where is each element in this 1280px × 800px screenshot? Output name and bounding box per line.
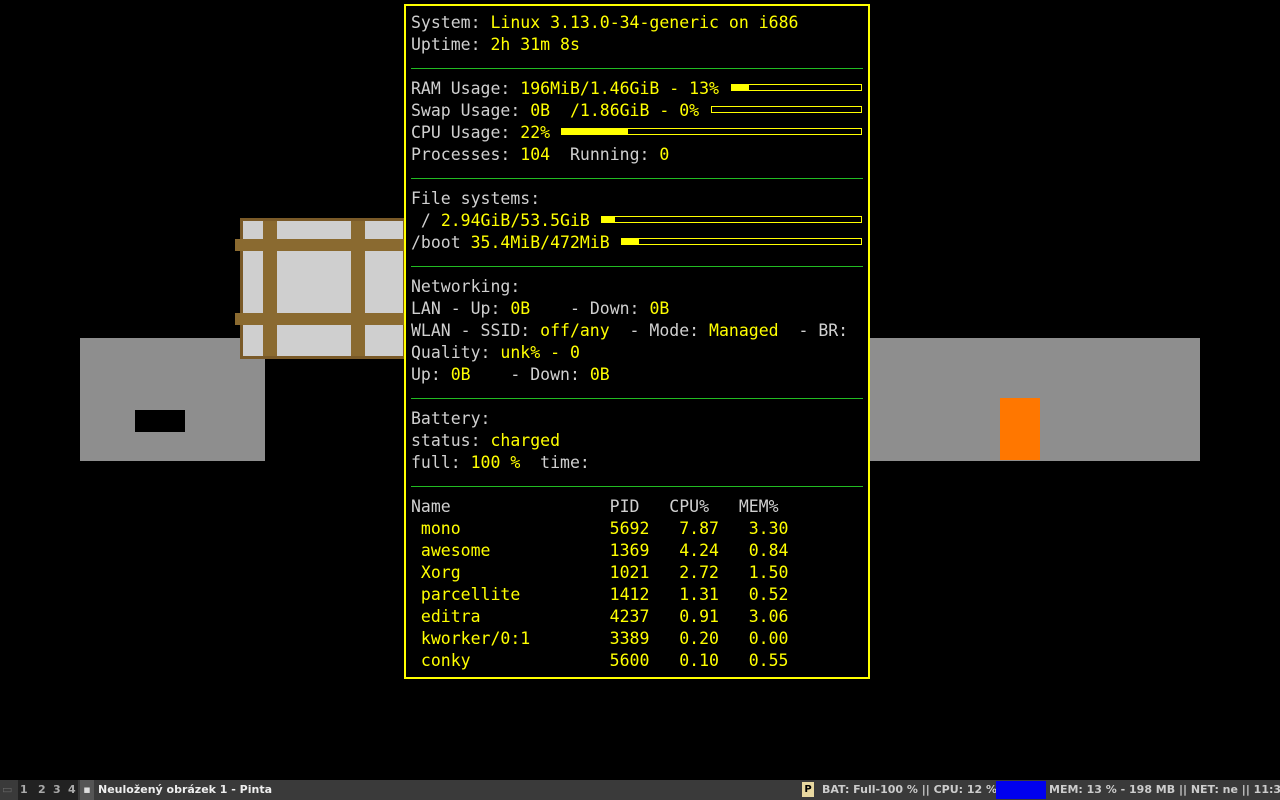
- divider: [411, 68, 863, 69]
- cpu-graph: [996, 781, 1046, 799]
- ram-line: RAM Usage: 196MiB/1.46GiB - 13%: [411, 79, 719, 98]
- net-heading: Networking:: [411, 277, 521, 296]
- uptime-line: Uptime: 2h 31m 8s: [411, 35, 580, 54]
- battery-heading: Battery:: [411, 409, 491, 428]
- fs-boot-line: /boot 35.4MiB/472MiB: [411, 233, 610, 252]
- layout-icon[interactable]: ▪: [80, 780, 94, 800]
- fs-root-bar: [601, 216, 862, 223]
- process-row: awesome 1369 4.24 0.84: [411, 541, 789, 560]
- lan-line: LAN - Up: 0B - Down: 0B: [411, 299, 670, 318]
- taskbar: ▭ 1 2 3 4 ▪ Neuložený obrázek 1 - Pinta …: [0, 780, 1280, 800]
- tag-list: 1 2 3 4: [18, 780, 78, 800]
- fs-root-line: / 2.94GiB/53.5GiB: [411, 211, 590, 230]
- tag-3[interactable]: 3: [53, 780, 61, 800]
- status-right: MEM: 13 % - 198 MB || NET: ne || 11:36: [1049, 783, 1280, 796]
- status-left: BAT: Full-100 % || CPU: 12 %: [822, 783, 1001, 796]
- battery-status-line: status: charged: [411, 431, 561, 450]
- tag-4[interactable]: 4: [68, 780, 76, 800]
- divider: [411, 486, 863, 487]
- process-table-header: Name PID CPU% MEM%: [411, 497, 779, 516]
- process-row: editra 4237 0.91 3.06: [411, 607, 789, 626]
- battery-full-line: full: 100 % time:: [411, 453, 590, 472]
- fs-boot-bar: [621, 238, 862, 245]
- process-row: conky 5600 0.10 0.55: [411, 651, 789, 670]
- process-row: mono 5692 7.87 3.30: [411, 519, 789, 538]
- fs-heading: File systems:: [411, 189, 541, 208]
- system-line: System: Linux 3.13.0-34-generic on i686: [411, 13, 799, 32]
- task-pinta[interactable]: Neuložený obrázek 1 - Pinta: [98, 780, 272, 800]
- process-row: kworker/0:1 3389 0.20 0.00: [411, 629, 789, 648]
- parcellite-tray-icon[interactable]: P: [802, 782, 814, 797]
- swap-line: Swap Usage: 0B /1.86GiB - 0%: [411, 101, 700, 120]
- divider: [411, 398, 863, 399]
- processes-line: Processes: 104 Running: 0: [411, 145, 670, 164]
- process-row: parcellite 1412 1.31 0.52: [411, 585, 789, 604]
- launcher-icon[interactable]: ▭: [2, 780, 16, 800]
- tag-1[interactable]: 1: [20, 780, 28, 800]
- quality-line: Quality: unk% - 0: [411, 343, 580, 362]
- ram-bar: [731, 84, 862, 91]
- wlan-line: WLAN - SSID: off/any - Mode: Managed - B…: [411, 321, 849, 340]
- swap-bar: [711, 106, 862, 113]
- divider: [411, 178, 863, 179]
- conky-panel: System: Linux 3.13.0-34-generic on i686 …: [404, 4, 870, 679]
- cpu-line: CPU Usage: 22%: [411, 123, 551, 142]
- updown-line: Up: 0B - Down: 0B: [411, 365, 610, 384]
- cpu-bar: [561, 128, 862, 135]
- process-row: Xorg 1021 2.72 1.50: [411, 563, 789, 582]
- divider: [411, 266, 863, 267]
- tag-2[interactable]: 2: [38, 780, 46, 800]
